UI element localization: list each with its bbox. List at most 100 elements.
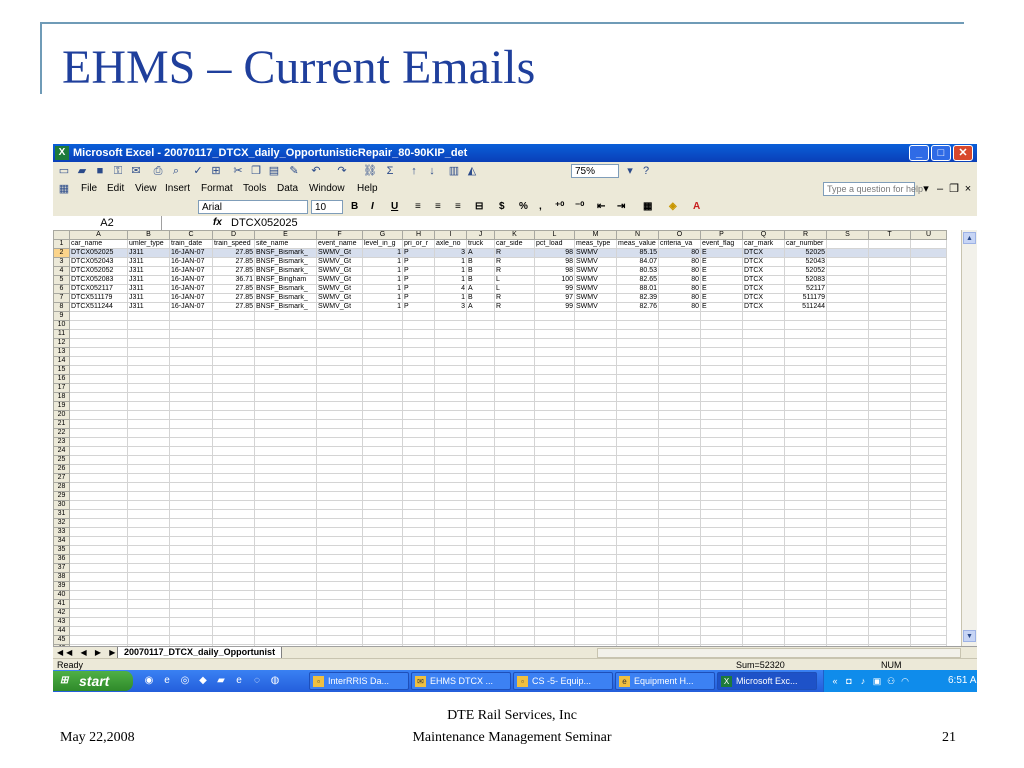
table-cell[interactable] [69, 320, 128, 330]
row-header[interactable]: 19 [53, 401, 70, 411]
table-cell[interactable] [616, 590, 659, 600]
table-cell[interactable] [534, 383, 575, 393]
table-cell[interactable] [868, 599, 911, 609]
table-cell[interactable] [700, 545, 743, 555]
quicklaunch-app-icon[interactable]: ◌ [251, 675, 263, 687]
table-cell[interactable] [434, 608, 467, 618]
table-cell[interactable] [466, 500, 495, 510]
table-cell[interactable] [534, 428, 575, 438]
table-cell[interactable] [402, 392, 435, 402]
table-cell[interactable] [494, 410, 535, 420]
table-cell[interactable] [826, 419, 869, 429]
print-preview-icon[interactable]: ⌕ [169, 164, 183, 178]
table-cell[interactable] [316, 464, 363, 474]
table-cell[interactable] [316, 626, 363, 636]
table-cell[interactable] [616, 527, 659, 537]
table-cell[interactable]: SWMV [574, 257, 617, 267]
table-cell[interactable]: R [494, 257, 535, 267]
spelling-icon[interactable]: ✓ [191, 164, 205, 178]
table-cell[interactable] [316, 563, 363, 573]
table-cell[interactable] [362, 365, 403, 375]
table-cell[interactable]: J311 [127, 302, 170, 312]
table-cell[interactable] [169, 545, 213, 555]
table-cell[interactable] [574, 356, 617, 366]
table-cell[interactable] [362, 311, 403, 321]
table-cell[interactable] [784, 500, 827, 510]
table-cell[interactable] [69, 419, 128, 429]
row-header[interactable]: 38 [53, 572, 70, 582]
increase-decimal-icon[interactable]: ⁺⁰ [555, 201, 564, 212]
row-header[interactable]: 36 [53, 554, 70, 564]
table-cell[interactable] [742, 410, 785, 420]
document-icon[interactable]: ▦ [57, 182, 71, 196]
table-cell[interactable] [212, 446, 255, 456]
table-cell[interactable] [574, 608, 617, 618]
table-cell[interactable] [784, 320, 827, 330]
row-header[interactable]: 18 [53, 392, 70, 402]
table-cell[interactable] [658, 635, 701, 645]
table-cell[interactable] [700, 428, 743, 438]
table-cell[interactable] [742, 374, 785, 384]
table-cell[interactable]: train_speed [212, 239, 255, 249]
table-cell[interactable] [494, 635, 535, 645]
table-cell[interactable] [742, 347, 785, 357]
table-cell[interactable] [127, 518, 170, 528]
table-cell[interactable] [254, 581, 317, 591]
font-size-select[interactable]: 10 [311, 200, 343, 214]
table-cell[interactable]: SWMV [574, 275, 617, 285]
table-cell[interactable] [402, 329, 435, 339]
table-cell[interactable] [868, 401, 911, 411]
table-cell[interactable] [254, 491, 317, 501]
table-cell[interactable] [402, 464, 435, 474]
table-cell[interactable]: 82.39 [616, 293, 659, 303]
table-cell[interactable]: J311 [127, 275, 170, 285]
row-header[interactable]: 14 [53, 356, 70, 366]
table-cell[interactable] [362, 617, 403, 627]
hyperlink-icon[interactable]: ⛓ [363, 164, 377, 178]
table-cell[interactable] [362, 455, 403, 465]
table-cell[interactable] [494, 356, 535, 366]
table-cell[interactable] [212, 617, 255, 627]
table-cell[interactable] [616, 482, 659, 492]
table-cell[interactable] [212, 455, 255, 465]
table-cell[interactable] [316, 347, 363, 357]
table-cell[interactable] [466, 599, 495, 609]
table-cell[interactable]: B [466, 275, 495, 285]
table-cell[interactable] [254, 428, 317, 438]
table-cell[interactable] [434, 617, 467, 627]
table-cell[interactable]: DTCX [742, 248, 785, 258]
table-cell[interactable] [868, 374, 911, 384]
table-cell[interactable] [434, 455, 467, 465]
table-cell[interactable] [658, 482, 701, 492]
table-cell[interactable] [402, 446, 435, 456]
table-cell[interactable] [127, 617, 170, 627]
function-icon[interactable]: fx [213, 216, 222, 230]
table-cell[interactable] [574, 392, 617, 402]
table-cell[interactable] [434, 527, 467, 537]
table-cell[interactable]: DTCX511179 [69, 293, 128, 303]
table-cell[interactable] [784, 392, 827, 402]
table-cell[interactable] [574, 536, 617, 546]
table-cell[interactable] [658, 599, 701, 609]
table-cell[interactable] [616, 509, 659, 519]
table-cell[interactable] [826, 509, 869, 519]
table-cell[interactable] [742, 356, 785, 366]
table-cell[interactable] [69, 599, 128, 609]
table-cell[interactable]: J311 [127, 266, 170, 276]
table-cell[interactable] [910, 599, 947, 609]
table-cell[interactable] [658, 383, 701, 393]
row-header[interactable]: 43 [53, 617, 70, 627]
row-header[interactable]: 9 [53, 311, 70, 321]
table-cell[interactable]: DTCX [742, 302, 785, 312]
table-cell[interactable] [69, 410, 128, 420]
zoom-select[interactable]: 75% [571, 164, 619, 178]
table-cell[interactable] [402, 410, 435, 420]
table-cell[interactable]: BNSF_Bismark_ [254, 248, 317, 258]
table-cell[interactable]: 511244 [784, 302, 827, 312]
table-cell[interactable]: 27.85 [212, 257, 255, 267]
decrease-indent-icon[interactable]: ⇤ [597, 201, 605, 212]
table-cell[interactable] [910, 527, 947, 537]
table-cell[interactable] [316, 500, 363, 510]
table-cell[interactable] [658, 536, 701, 546]
row-header[interactable]: 35 [53, 545, 70, 555]
